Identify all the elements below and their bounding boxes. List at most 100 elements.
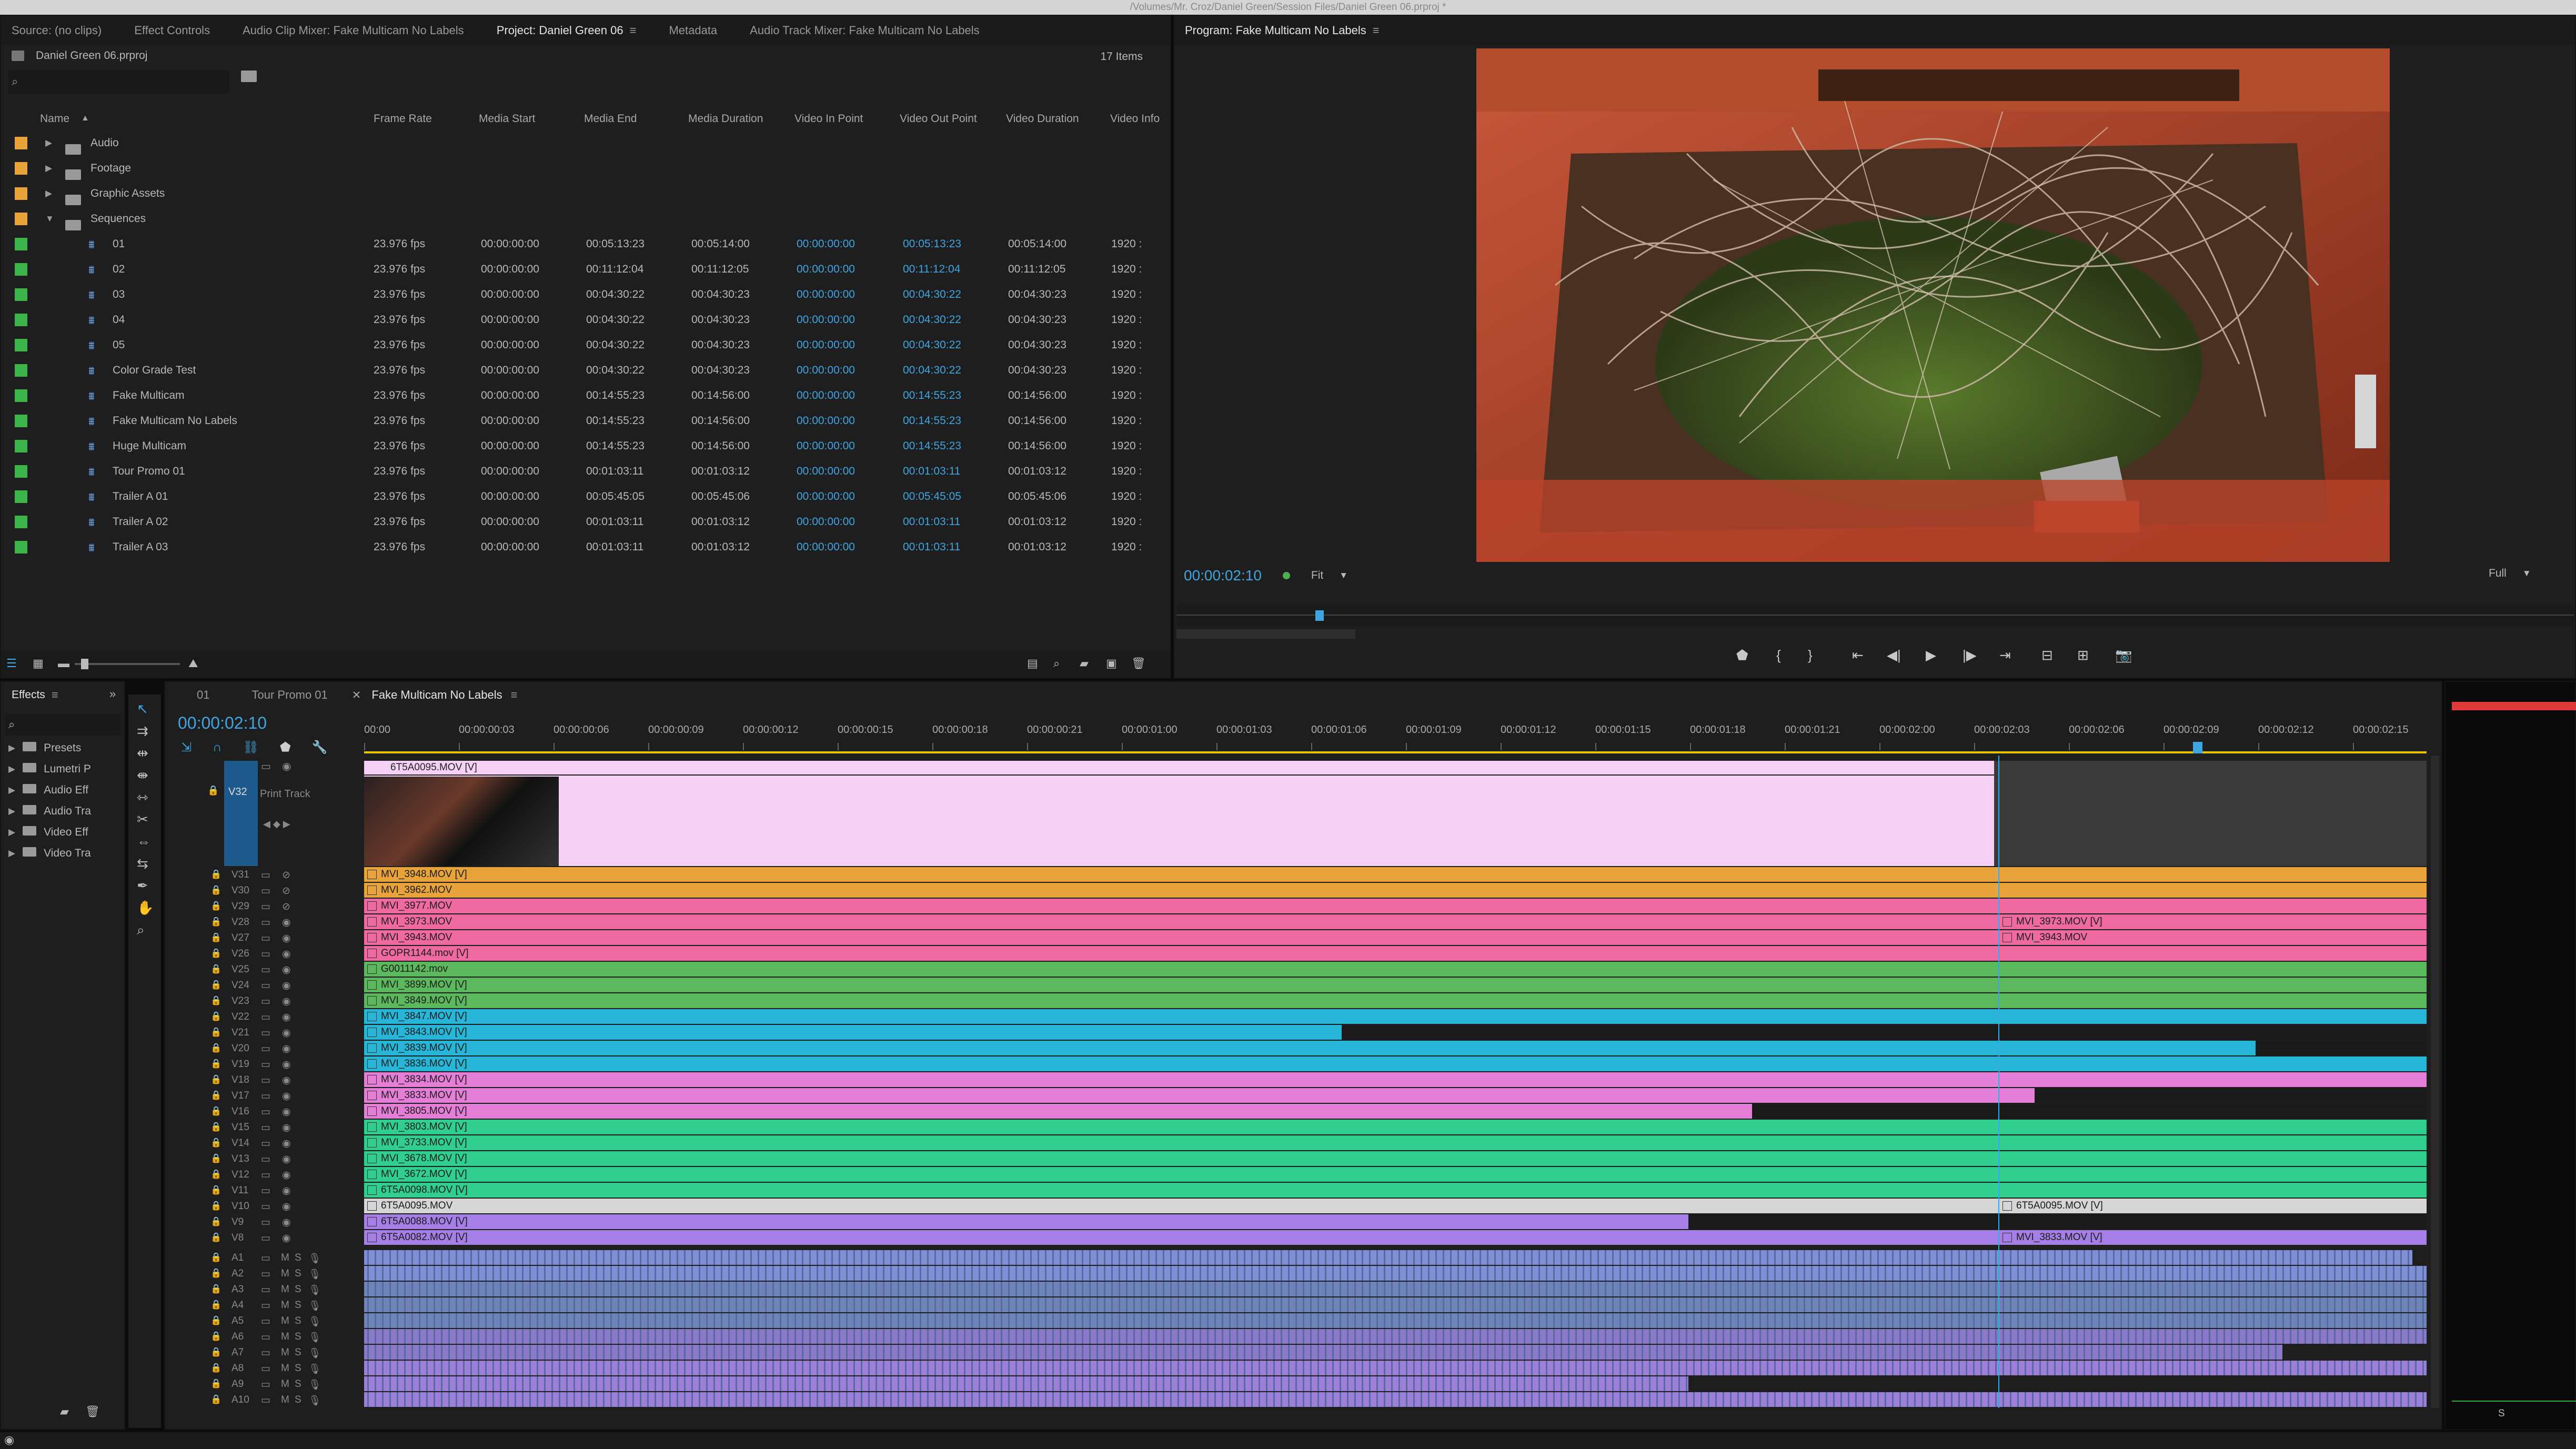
toggle-sync-icon[interactable]: ▭ xyxy=(261,1378,270,1391)
toggle-sync-icon[interactable]: ▭ xyxy=(261,869,270,881)
toggle-sync-icon[interactable]: ▭ xyxy=(261,1315,270,1327)
lock-icon[interactable]: 🔒 xyxy=(210,1232,222,1243)
zoom-level-select[interactable]: Fit xyxy=(1311,569,1323,582)
toggle-sync-icon[interactable]: ▭ xyxy=(261,1122,270,1134)
slip-tool-icon[interactable]: ⇔ xyxy=(137,833,150,850)
clip[interactable]: MVI_3849.MOV [V] xyxy=(364,993,2427,1008)
eye-icon[interactable]: ◉ xyxy=(282,760,291,773)
clip[interactable]: MVI_3962.MOV xyxy=(364,883,2427,898)
mic-icon[interactable]: 🎙 xyxy=(308,1300,321,1312)
lock-icon[interactable]: 🔒 xyxy=(207,785,219,796)
add-marker-icon[interactable]: ⬟ xyxy=(280,740,291,755)
sequence-row[interactable]: ⩩ 02 23.976 fps 00:00:00:00 00:11:12:04 00:11… xyxy=(1,257,1170,282)
status-icon[interactable]: ◉ xyxy=(4,1433,14,1447)
panel-menu-icon[interactable]: ≡ xyxy=(630,24,637,37)
mute-button[interactable]: M xyxy=(281,1363,289,1374)
label-color-chip[interactable] xyxy=(15,339,27,351)
toggle-sync-icon[interactable]: ▭ xyxy=(261,1232,270,1244)
lock-icon[interactable]: 🔒 xyxy=(210,1011,222,1022)
lock-icon[interactable]: 🔒 xyxy=(210,1315,222,1326)
playback-resolution[interactable]: Full xyxy=(2489,567,2507,580)
clip[interactable]: 6T5A0095.MOV xyxy=(364,1199,2193,1213)
go-to-out-icon[interactable]: ⇥ xyxy=(1999,647,2011,663)
folder-row[interactable]: ▼ Sequences xyxy=(1,206,1170,232)
tail-clip[interactable]: MVI_3833.MOV [V] xyxy=(1999,1230,2427,1245)
rate-stretch-icon[interactable]: ⇿ xyxy=(137,789,148,806)
video-in-point[interactable]: 00:00:00:00 xyxy=(797,364,855,377)
video-in-point[interactable]: 00:00:00:00 xyxy=(797,238,855,250)
go-to-in-icon[interactable]: ⇤ xyxy=(1852,647,1864,663)
expand-open-icon[interactable]: ▼ xyxy=(45,214,54,224)
video-out-point[interactable]: 00:04:30:22 xyxy=(903,364,961,377)
folder-row[interactable]: ▶ Audio xyxy=(1,130,1170,156)
solo-button[interactable]: S xyxy=(295,1252,301,1264)
solo-button[interactable]: S xyxy=(295,1315,301,1327)
tab-project[interactable]: Project: Daniel Green 06 ≡ xyxy=(497,24,637,37)
eye-icon[interactable]: ◉ xyxy=(282,1232,291,1244)
toggle-sync-icon[interactable]: ▭ xyxy=(261,1090,270,1102)
lock-icon[interactable]: 🔒 xyxy=(210,869,222,880)
eye-icon[interactable]: ◉ xyxy=(282,1090,291,1102)
mute-button[interactable]: M xyxy=(281,1284,289,1295)
eye-icon[interactable]: ◉ xyxy=(282,1043,291,1055)
eye-icon[interactable]: ◉ xyxy=(282,1027,291,1039)
expand-closed-icon[interactable]: ▶ xyxy=(8,743,15,753)
col-media-start[interactable]: Media Start xyxy=(479,113,535,125)
automate-icon[interactable]: ▤ xyxy=(1027,657,1038,670)
video-in-point[interactable]: 00:00:00:00 xyxy=(797,541,855,554)
find-icon[interactable]: ⌕ xyxy=(1053,657,1060,670)
lock-icon[interactable]: 🔒 xyxy=(210,1027,222,1038)
label-color-chip[interactable] xyxy=(15,137,27,149)
solo-button[interactable]: S xyxy=(295,1378,301,1390)
mark-in-icon[interactable]: { xyxy=(1776,647,1781,663)
expand-closed-icon[interactable]: ▶ xyxy=(8,785,15,796)
col-video-out[interactable]: Video Out Point xyxy=(900,113,977,125)
clip[interactable]: MVI_3847.MOV [V] xyxy=(364,1009,2427,1024)
sequence-row[interactable]: ⩩ 03 23.976 fps 00:00:00:00 00:04:30:22 00:04… xyxy=(1,282,1170,307)
tl-tab-fake-multicam[interactable]: Fake Multicam No Labels xyxy=(371,688,502,702)
keyframe-nav-icon[interactable]: ◀ ◆ ▶ xyxy=(263,819,290,830)
eye-icon[interactable]: ◉ xyxy=(282,1185,291,1197)
lock-icon[interactable]: 🔒 xyxy=(210,1169,222,1180)
mark-out-icon[interactable]: } xyxy=(1808,647,1813,663)
video-out-point[interactable]: 00:04:30:22 xyxy=(903,288,961,301)
clip[interactable]: MVI_3805.MOV [V] xyxy=(364,1104,1752,1119)
lock-icon[interactable]: 🔒 xyxy=(210,964,222,974)
linked-selection-icon[interactable]: ⛓ xyxy=(243,740,258,755)
expand-closed-icon[interactable]: ▶ xyxy=(8,848,15,859)
toggle-sync-icon[interactable]: ▭ xyxy=(261,1185,270,1197)
v32-clip[interactable]: 6T5A0095.MOV [V] xyxy=(364,761,1994,866)
video-in-point[interactable]: 00:00:00:00 xyxy=(797,389,855,402)
eye-icon[interactable]: ◉ xyxy=(282,948,291,960)
toggle-sync-icon[interactable]: ▭ xyxy=(261,1268,270,1280)
toggle-sync-icon[interactable]: ▭ xyxy=(261,948,270,960)
expand-panels-icon[interactable]: » xyxy=(109,687,116,701)
toggle-sync-icon[interactable]: ▭ xyxy=(261,1347,270,1359)
sequence-row[interactable]: ⩩ Trailer A 02 23.976 fps 00:00:00:00 00:01:… xyxy=(1,509,1170,535)
sequence-row[interactable]: ⩩ Trailer A 01 23.976 fps 00:00:00:00 00:05:… xyxy=(1,484,1170,509)
tl-tab-01[interactable]: 01 xyxy=(197,688,209,702)
lock-icon[interactable]: 🔒 xyxy=(210,980,222,990)
mic-icon[interactable]: 🎙 xyxy=(308,1378,321,1391)
sequence-row[interactable]: ⩩ Huge Multicam 23.976 fps 00:00:00:00 00:14… xyxy=(1,434,1170,459)
eye-icon[interactable]: ◉ xyxy=(282,917,291,929)
tab-audio-clip-mixer[interactable]: Audio Clip Mixer: Fake Multicam No Label… xyxy=(243,24,464,37)
toggle-sync-icon[interactable]: ▭ xyxy=(261,1201,270,1213)
eye-icon[interactable]: ◉ xyxy=(282,1059,291,1071)
toggle-sync-icon[interactable]: ▭ xyxy=(261,901,270,913)
lock-icon[interactable]: 🔒 xyxy=(210,1201,222,1211)
add-marker-icon[interactable]: ⬟ xyxy=(1736,647,1748,663)
clip[interactable]: MVI_3733.MOV [V] xyxy=(364,1135,2427,1150)
video-in-point[interactable]: 00:00:00:00 xyxy=(797,516,855,528)
expand-closed-icon[interactable]: ▶ xyxy=(8,806,15,817)
eye-icon[interactable]: ◉ xyxy=(282,1074,291,1086)
snap-icon[interactable]: ∩ xyxy=(213,740,222,755)
video-out-point[interactable]: 00:01:03:11 xyxy=(903,516,960,528)
clip[interactable]: MVI_3948.MOV [V] xyxy=(364,867,2427,882)
effects-menu-icon[interactable]: ≡ xyxy=(52,688,58,702)
lock-icon[interactable]: 🔒 xyxy=(210,1331,222,1342)
col-video-duration[interactable]: Video Duration xyxy=(1006,113,1079,125)
tab-metadata[interactable]: Metadata xyxy=(669,24,717,37)
icon-view-icon[interactable]: ▦ xyxy=(33,657,44,670)
lock-icon[interactable]: 🔒 xyxy=(210,1268,222,1279)
